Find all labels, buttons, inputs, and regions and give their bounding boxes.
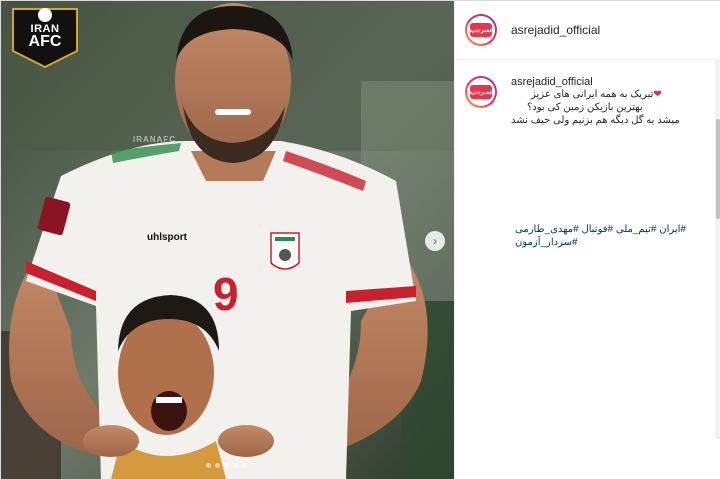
post-media[interactable]: IRAN AFC IRANAFC uhlsport 9 › — [1, 1, 454, 479]
carousel-dot — [215, 463, 220, 468]
caption-avatar[interactable]: عصرجدید — [465, 76, 497, 108]
post-sidebar: عصرجدید asrejadid_official عصرجدید asrej… — [454, 1, 720, 479]
carousel-dot — [224, 463, 229, 468]
watermark: IRANAFC — [133, 135, 176, 144]
post-header: عصرجدید asrejadid_official — [455, 1, 720, 60]
carousel-dot — [233, 463, 238, 468]
scrollbar[interactable] — [715, 59, 720, 439]
caption-line-2: بهترین بازیکن زمین کی بود؟ — [527, 102, 643, 113]
caption-username[interactable]: asrejadid_official — [511, 76, 711, 88]
caption-line-1: ❤تبریک به همه ایرانی های عزیز — [531, 89, 662, 100]
jersey-number: 9 — [213, 268, 239, 320]
avatar-logo: عصرجدید — [469, 23, 493, 37]
hashtags: #ایران #تیم_ملی #فوتبال #مهدی_طارمی #سرد… — [465, 223, 711, 249]
avatar[interactable]: عصرجدید — [465, 14, 497, 46]
hashtag-line-2[interactable]: #سردار_آزمون — [465, 236, 707, 249]
hashtag-line-1[interactable]: #ایران #تیم_ملی #فوتبال #مهدی_طارمی — [465, 223, 707, 236]
chevron-right-icon: › — [433, 234, 437, 248]
username-link[interactable]: asrejadid_official — [511, 23, 600, 37]
jersey-brand: uhlsport — [147, 232, 187, 243]
post-photo — [1, 1, 454, 479]
instagram-post: IRAN AFC IRANAFC uhlsport 9 › عصرجدید as… — [0, 0, 720, 479]
caption-line-3: میشد یه گل دیگه هم بزنیم ولی حیف نشد — [511, 115, 680, 126]
heart-icon: ❤ — [653, 89, 662, 100]
carousel-indicator — [206, 463, 247, 468]
next-slide-button[interactable]: › — [425, 231, 445, 251]
avatar-logo: عصرجدید — [469, 85, 493, 99]
badge-text-bottom: AFC — [28, 33, 62, 50]
scrollbar-thumb[interactable] — [716, 119, 720, 219]
carousel-dot — [242, 463, 247, 468]
carousel-dot — [206, 463, 211, 468]
caption: عصرجدید asrejadid_official ❤تبریک به همه… — [455, 60, 720, 249]
